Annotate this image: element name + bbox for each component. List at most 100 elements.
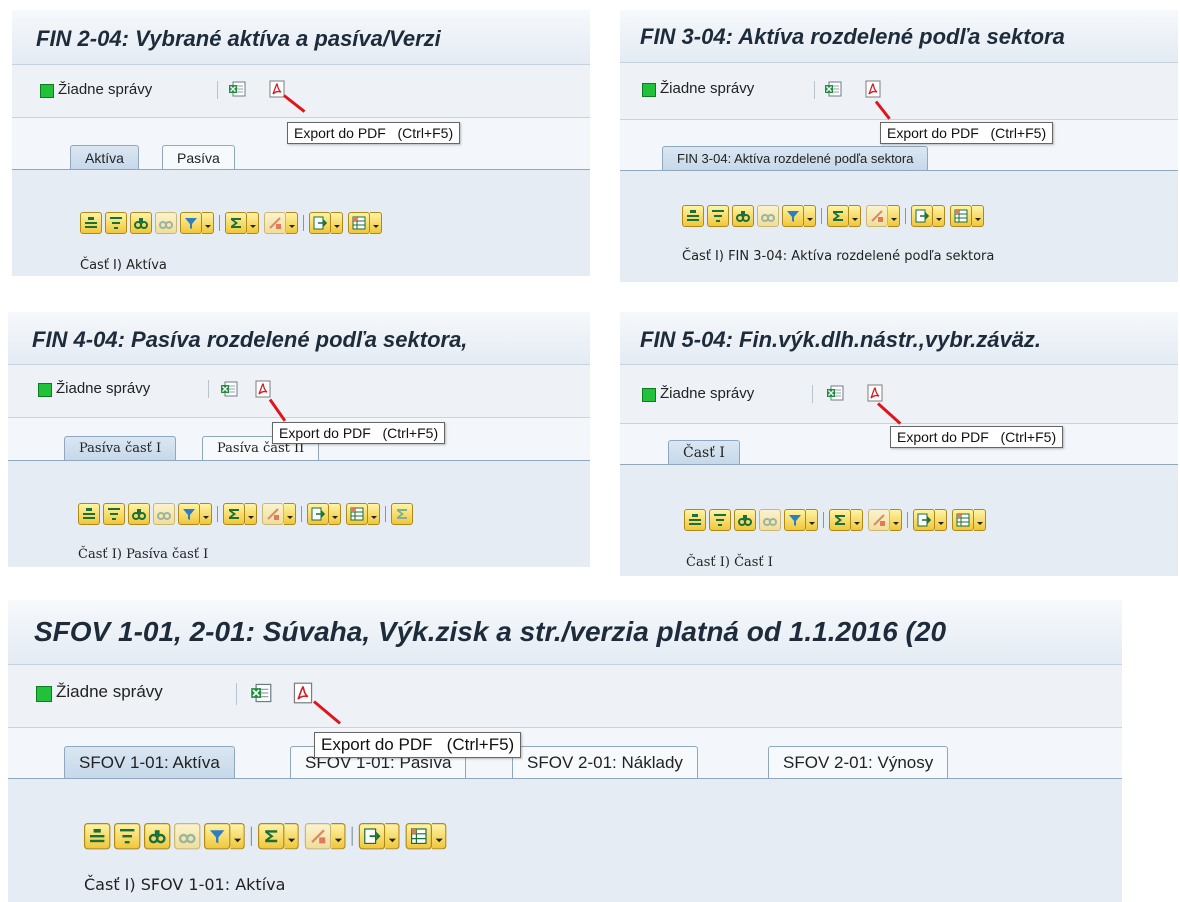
find-next-button[interactable] — [759, 509, 781, 531]
panel-fin-4-04: FIN 4-04: Pasíva rozdelené podľa sektora… — [8, 312, 590, 567]
find-button[interactable] — [128, 503, 150, 525]
filter-dropdown[interactable] — [806, 509, 818, 531]
sort-button[interactable] — [114, 823, 141, 850]
sort-button[interactable] — [105, 212, 127, 234]
details-button[interactable] — [682, 205, 704, 227]
layout-button[interactable] — [405, 823, 432, 850]
export-dropdown[interactable] — [329, 503, 341, 525]
pdf-export-icon[interactable] — [292, 682, 314, 704]
export-button[interactable] — [358, 823, 386, 850]
sort-button[interactable] — [707, 205, 729, 227]
filter-button[interactable] — [782, 205, 804, 227]
status-ok-icon — [642, 83, 656, 97]
find-button[interactable] — [130, 212, 152, 234]
excel-export-icon[interactable] — [824, 80, 842, 98]
subtotal-dropdown[interactable] — [888, 205, 900, 227]
export-button[interactable] — [309, 212, 331, 234]
tab-fin-3-04[interactable]: FIN 3-04: Aktíva rozdelené podľa sektora — [662, 146, 929, 170]
details-button[interactable] — [80, 212, 102, 234]
subtotal-dropdown[interactable] — [284, 503, 296, 525]
subtotal-button[interactable] — [264, 212, 286, 234]
export-button[interactable] — [913, 509, 935, 531]
excel-export-icon[interactable] — [220, 380, 238, 398]
page-title: FIN 5-04: Fin.výk.dlh.nástr.,vybr.záväz. — [640, 327, 1042, 352]
export-button[interactable] — [911, 205, 933, 227]
find-next-button[interactable] — [153, 503, 175, 525]
subtotal-button[interactable] — [304, 823, 332, 850]
tab-sfov-2-01-naklady[interactable]: SFOV 2-01: Náklady — [512, 746, 698, 778]
layout-button[interactable] — [950, 205, 972, 227]
layout-button[interactable] — [952, 509, 974, 531]
excel-export-icon[interactable] — [228, 80, 246, 98]
tab-label: SFOV 2-01: Výnosy — [783, 753, 934, 772]
layout-button[interactable] — [348, 212, 370, 234]
sum-dropdown[interactable] — [247, 212, 259, 234]
pdf-export-icon[interactable] — [866, 384, 884, 402]
subtotal-dropdown[interactable] — [331, 823, 346, 850]
filter-button[interactable] — [178, 503, 200, 525]
pdf-export-icon[interactable] — [864, 80, 882, 98]
tab-sfov-2-01-vynosy[interactable]: SFOV 2-01: Výnosy — [768, 746, 949, 778]
tab-cast-1[interactable]: Časť I — [668, 440, 740, 464]
tab-content: Časť I) SFOV 1-01: Aktíva — [8, 778, 1122, 902]
sum-button[interactable] — [225, 212, 247, 234]
subtotal-button[interactable] — [262, 503, 284, 525]
sum-button[interactable] — [258, 823, 285, 850]
tab-pasiva-cast-1[interactable]: Pasíva časť I — [64, 436, 177, 460]
sum-dropdown[interactable] — [849, 205, 861, 227]
details-button[interactable] — [84, 823, 111, 850]
filter-button[interactable] — [180, 212, 202, 234]
tab-pasiva[interactable]: Pasíva — [162, 145, 235, 169]
find-next-button[interactable] — [155, 212, 177, 234]
sum-button[interactable] — [223, 503, 245, 525]
layout-dropdown[interactable] — [974, 509, 986, 531]
sum-dropdown[interactable] — [284, 823, 299, 850]
find-button[interactable] — [144, 823, 171, 850]
details-button[interactable] — [78, 503, 100, 525]
pdf-export-icon[interactable] — [254, 380, 272, 398]
sort-button[interactable] — [709, 509, 731, 531]
tab-aktiva[interactable]: Aktíva — [70, 145, 139, 169]
details-button[interactable] — [684, 509, 706, 531]
sum-dropdown[interactable] — [851, 509, 863, 531]
sum-dropdown[interactable] — [245, 503, 257, 525]
layout-dropdown[interactable] — [370, 212, 382, 234]
layout-dropdown[interactable] — [432, 823, 447, 850]
subtotal-dropdown[interactable] — [286, 212, 298, 234]
sum-button-2[interactable] — [391, 503, 413, 525]
tooltip-shortcut: (Ctrl+F5) — [382, 425, 439, 441]
sum-button[interactable] — [829, 509, 851, 531]
export-pdf-tooltip: Export do PDF (Ctrl+F5) — [890, 426, 1064, 448]
filter-dropdown[interactable] — [230, 823, 245, 850]
tooltip-label: Export do PDF — [279, 425, 371, 441]
layout-dropdown[interactable] — [368, 503, 380, 525]
toolbar-separator — [208, 380, 209, 398]
find-button[interactable] — [732, 205, 754, 227]
subtotal-button[interactable] — [866, 205, 888, 227]
export-dropdown[interactable] — [331, 212, 343, 234]
filter-dropdown[interactable] — [202, 212, 214, 234]
filter-dropdown[interactable] — [804, 205, 816, 227]
tab-sfov-1-01-aktiva[interactable]: SFOV 1-01: Aktíva — [64, 746, 235, 778]
toolbar-separator — [812, 385, 813, 403]
filter-button[interactable] — [204, 823, 231, 850]
excel-export-icon[interactable] — [250, 682, 272, 704]
subtotal-dropdown[interactable] — [890, 509, 902, 531]
find-button[interactable] — [734, 509, 756, 531]
sort-button[interactable] — [103, 503, 125, 525]
layout-button[interactable] — [346, 503, 368, 525]
find-next-button[interactable] — [757, 205, 779, 227]
section-title: Časť I) Časť I — [686, 555, 773, 570]
sum-button[interactable] — [827, 205, 849, 227]
filter-button[interactable] — [784, 509, 806, 531]
layout-dropdown[interactable] — [972, 205, 984, 227]
export-button[interactable] — [307, 503, 329, 525]
find-next-button[interactable] — [174, 823, 201, 850]
export-dropdown[interactable] — [385, 823, 400, 850]
subtotal-button[interactable] — [868, 509, 890, 531]
export-dropdown[interactable] — [933, 205, 945, 227]
export-dropdown[interactable] — [935, 509, 947, 531]
section-title: Časť I) FIN 3-04: Aktíva rozdelené podľa… — [682, 249, 995, 264]
filter-dropdown[interactable] — [200, 503, 212, 525]
excel-export-icon[interactable] — [826, 384, 844, 402]
